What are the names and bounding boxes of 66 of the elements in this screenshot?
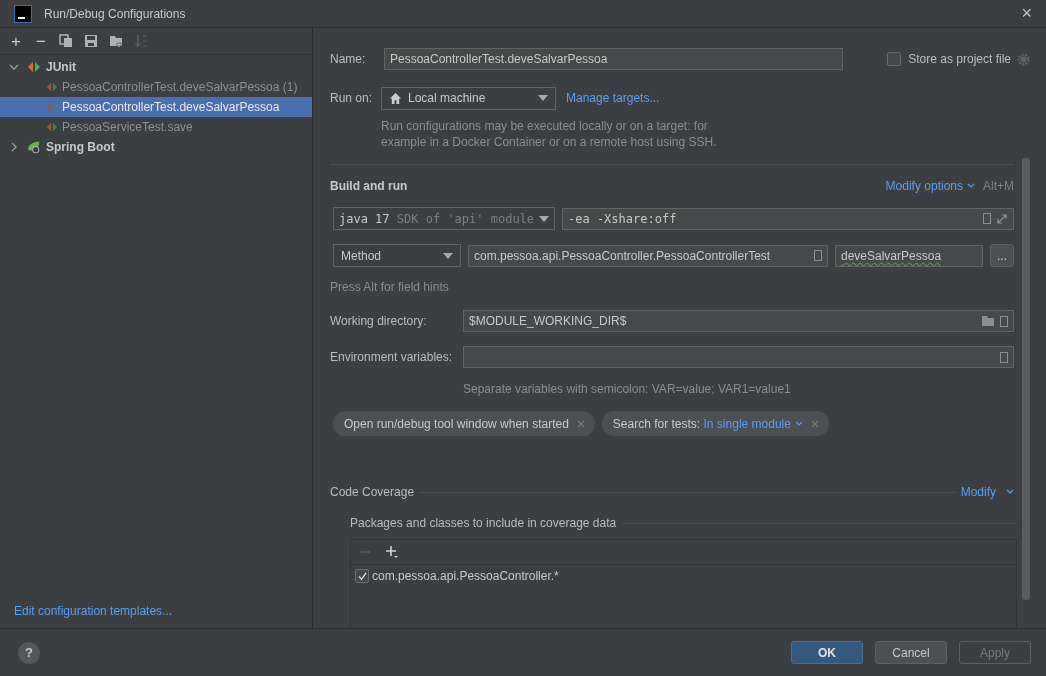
close-icon[interactable] [810,419,819,428]
run-on-hint: Run configurations may be executed locally or on a target: for example in a Docker Container or on a remote host using SSH. [381,118,718,150]
option-chip[interactable]: Search for tests: In single module [601,411,829,436]
home-icon [389,91,402,105]
code-coverage-heading: Code Coverage [330,485,415,499]
shortcut-hint: Alt+M [983,179,1014,193]
environment-variables-label: Environment variables: [330,350,454,364]
store-as-project-file-label: Store as project file [908,52,1011,66]
folder-icon[interactable] [981,315,995,327]
save-icon[interactable] [84,34,98,48]
working-directory-field[interactable]: $MODULE_WORKING_DIR$ [463,310,1014,332]
new-folder-icon[interactable] [109,34,123,48]
tree-item[interactable]: PessoaControllerTest.deveSalvarPessoa (1) [62,80,298,94]
add-dropdown-icon[interactable] [385,545,399,559]
name-field[interactable]: PessoaControllerTest.deveSalvarPessoa [384,48,843,70]
tree-group-label[interactable]: Spring Boot [46,140,115,154]
dialog-button[interactable]: OK [791,641,863,664]
app-logo-icon [14,4,32,23]
test-config-icon [46,101,58,113]
add-button[interactable]: + [9,32,23,50]
test-kind-dropdown[interactable]: Method [333,244,461,267]
test-config-icon [46,121,58,133]
build-and-run-heading: Build and run [330,179,408,193]
test-config-icon [46,81,58,93]
run-on-label: Run on: [330,91,374,105]
chevron-down-icon[interactable] [794,420,803,427]
checkbox[interactable] [887,52,902,66]
manage-targets-link[interactable]: Manage targets... [566,91,660,105]
vm-options-field[interactable]: -ea -Xshare:off [562,207,1014,230]
name-label: Name: [330,52,367,66]
chevron-right-icon[interactable] [9,142,19,152]
run-on-dropdown[interactable]: Local machine [381,86,556,110]
help-button[interactable]: ? [18,641,40,664]
chevron-down-icon [1006,489,1014,495]
leaf-icon [27,140,41,154]
working-directory-label: Working directory: [330,314,428,328]
tree-item[interactable]: PessoaServiceTest.save [62,120,193,134]
expand-icon[interactable] [996,212,1008,225]
test-class-field[interactable]: com.pessoa.api.PessoaController.PessoaControllerTest [468,244,828,267]
settings-icon[interactable] [1017,52,1030,66]
field-hint: Press Alt for field hints [330,279,450,295]
document-icon[interactable] [983,213,991,224]
browse-button[interactable]: ... [990,244,1014,267]
remove-button[interactable]: − [34,32,48,50]
environment-variables-field[interactable] [463,346,1014,368]
environment-variables-hint: Separate variables with semicolon: VAR=value; VAR1=value1 [463,381,792,397]
package-pattern: com.pessoa.api.PessoaController.* [372,569,559,583]
close-button[interactable]: × [1021,3,1032,24]
close-icon[interactable] [576,419,585,428]
dialog-button[interactable]: Cancel [875,641,947,664]
edit-templates-link[interactable]: Edit configuration templates... [0,604,312,628]
copy-icon[interactable] [59,34,73,48]
modify-link[interactable]: Modify [960,485,996,499]
chevron-down-icon[interactable] [9,62,19,72]
chevron-down-icon [967,183,975,189]
test-method-field[interactable]: deveSalvarPessoa [835,244,983,267]
checkbox[interactable] [355,569,369,583]
packages-heading: Packages and classes to include in coverage data [350,516,617,530]
jdk-dropdown[interactable]: java 17 SDK of 'api' module [333,207,555,230]
window-title: Run/Debug Configurations [44,6,187,21]
option-chip[interactable]: Open run/debug tool window when started [333,411,595,436]
tree-group-label[interactable]: JUnit [46,60,76,74]
sort-icon[interactable] [134,34,148,48]
scrollbar[interactable] [1022,158,1030,600]
modify-options-link[interactable]: Modify options [885,179,963,193]
junit-icon [27,60,41,74]
